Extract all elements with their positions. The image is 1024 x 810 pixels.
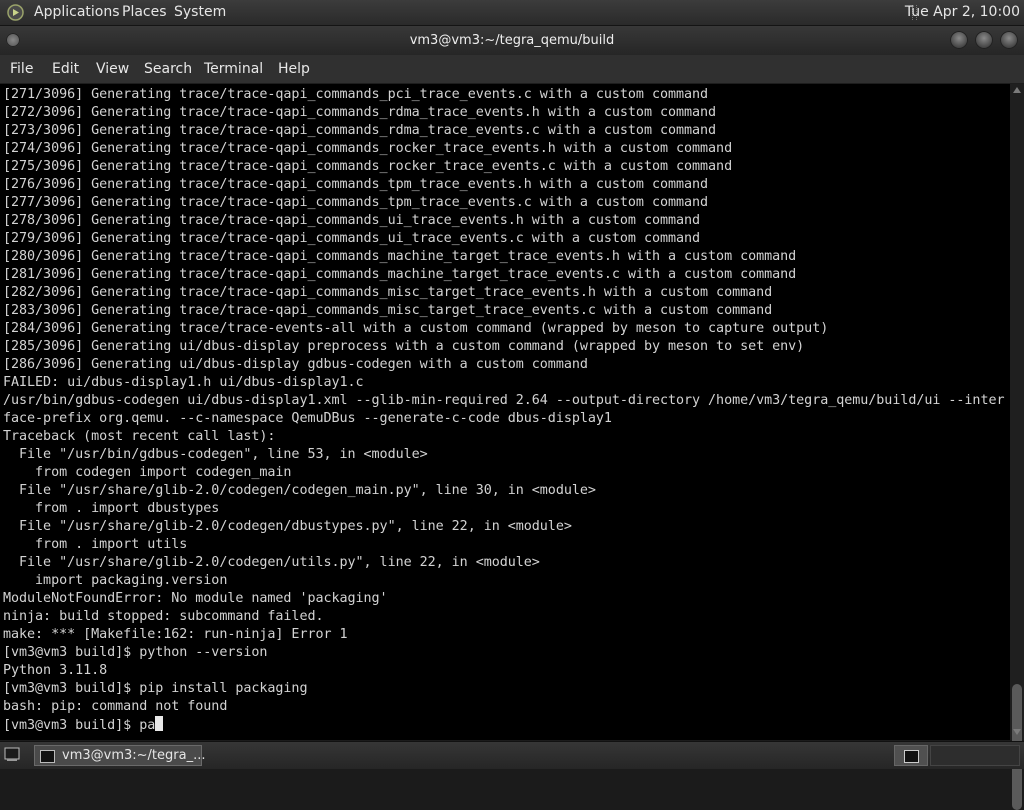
- bottom-panel: vm3@vm3:~/tegra_...: [0, 741, 1024, 769]
- terminal-line: [286/3096] Generating ui/dbus-display gd…: [3, 357, 588, 372]
- terminal-line: face-prefix org.qemu. --c-namespace Qemu…: [3, 411, 612, 426]
- terminal-line: bash: pip: command not found: [3, 699, 228, 714]
- menu-view[interactable]: View: [96, 61, 129, 77]
- terminal-line: File "/usr/share/glib-2.0/codegen/utils.…: [19, 555, 540, 570]
- terminal-line: File "/usr/share/glib-2.0/codegen/dbusty…: [19, 519, 572, 534]
- terminal-line: [273/3096] Generating trace/trace-qapi_c…: [3, 123, 717, 138]
- terminal-line: import packaging.version: [35, 573, 228, 588]
- terminal-line: Traceback (most recent call last):: [3, 429, 276, 444]
- terminal-line: [275/3096] Generating trace/trace-qapi_c…: [3, 159, 733, 174]
- terminal-line: [277/3096] Generating trace/trace-qapi_c…: [3, 195, 709, 210]
- terminal-line: /usr/bin/gdbus-codegen ui/dbus-display1.…: [3, 393, 1005, 408]
- workspace-switcher-2[interactable]: [930, 745, 1020, 766]
- terminal-line: [272/3096] Generating trace/trace-qapi_c…: [3, 105, 717, 120]
- workspace-window-icon: [904, 750, 919, 763]
- terminal-line: [274/3096] Generating trace/trace-qapi_c…: [3, 141, 733, 156]
- terminal-line: [281/3096] Generating trace/trace-qapi_c…: [3, 267, 797, 282]
- terminal-line: [276/3096] Generating trace/trace-qapi_c…: [3, 177, 709, 192]
- terminal-line: [278/3096] Generating trace/trace-qapi_c…: [3, 213, 701, 228]
- terminal-line: [280/3096] Generating trace/trace-qapi_c…: [3, 249, 797, 264]
- close-button[interactable]: [1000, 31, 1018, 49]
- menu-file[interactable]: File: [10, 61, 33, 77]
- terminal-line: ninja: build stopped: subcommand failed.: [3, 609, 324, 624]
- menu-edit[interactable]: Edit: [52, 61, 79, 77]
- applications-menu-icon[interactable]: [7, 4, 24, 21]
- terminal-line: [284/3096] Generating trace/trace-events…: [3, 321, 829, 336]
- menu-terminal[interactable]: Terminal: [204, 61, 263, 77]
- terminal-line: FAILED: ui/dbus-display1.h ui/dbus-displ…: [3, 375, 364, 390]
- terminal-line: make: *** [Makefile:162: run-ninja] Erro…: [3, 627, 348, 642]
- terminal-line: [283/3096] Generating trace/trace-qapi_c…: [3, 303, 773, 318]
- applications-menu[interactable]: Applications: [34, 4, 120, 20]
- terminal-line: from . import utils: [35, 537, 188, 552]
- terminal-prompt-line[interactable]: [vm3@vm3 build]$ pa: [3, 718, 155, 733]
- top-panel: Applications Places System Tue Apr 2, 10…: [0, 0, 1024, 26]
- terminal-cursor: [155, 716, 164, 731]
- terminal-line: [279/3096] Generating trace/trace-qapi_c…: [3, 231, 701, 246]
- show-desktop-icon[interactable]: [4, 747, 20, 762]
- terminal-line: [vm3@vm3 build]$ pip install packaging: [3, 681, 308, 696]
- window-titlebar[interactable]: vm3@vm3:~/tegra_qemu/build: [0, 26, 1024, 55]
- terminal-line: [282/3096] Generating trace/trace-qapi_c…: [3, 285, 773, 300]
- window-title: vm3@vm3:~/tegra_qemu/build: [409, 33, 615, 48]
- terminal-line: ModuleNotFoundError: No module named 'pa…: [3, 591, 388, 606]
- maximize-button[interactable]: [975, 31, 993, 49]
- places-menu[interactable]: Places: [122, 4, 167, 20]
- menu-help[interactable]: Help: [278, 61, 310, 77]
- terminal-line: Python 3.11.8: [3, 663, 108, 678]
- terminal-line: from codegen import codegen_main: [35, 465, 292, 480]
- terminal-output[interactable]: [271/3096] Generating trace/trace-qapi_c…: [0, 84, 1010, 740]
- terminal-text[interactable]: [271/3096] Generating trace/trace-qapi_c…: [0, 84, 1010, 735]
- menu-search[interactable]: Search: [144, 61, 192, 77]
- clock[interactable]: Tue Apr 2, 10:00: [905, 4, 1020, 20]
- terminal-line: File "/usr/share/glib-2.0/codegen/codege…: [19, 483, 596, 498]
- taskbar-terminal-button[interactable]: vm3@vm3:~/tegra_...: [34, 745, 206, 766]
- system-menu[interactable]: System: [174, 4, 226, 20]
- terminal-line: [271/3096] Generating trace/trace-qapi_c…: [3, 87, 709, 102]
- scroll-up-arrow-icon[interactable]: [1013, 87, 1021, 93]
- terminal-line: [vm3@vm3 build]$ python --version: [3, 645, 268, 660]
- terminal-menubar: File Edit View Search Terminal Help: [0, 55, 1024, 84]
- minimize-button[interactable]: [950, 31, 968, 49]
- terminal-line: [285/3096] Generating ui/dbus-display pr…: [3, 339, 805, 354]
- scroll-down-arrow-icon[interactable]: [1013, 729, 1021, 735]
- terminal-line: File "/usr/bin/gdbus-codegen", line 53, …: [19, 447, 428, 462]
- terminal-icon: [40, 750, 55, 763]
- workspace-switcher-1[interactable]: [894, 745, 928, 766]
- terminal-scrollbar[interactable]: [1010, 84, 1024, 810]
- taskbar-label: vm3@vm3:~/tegra_...: [62, 748, 206, 763]
- terminal-line: from . import dbustypes: [35, 501, 220, 516]
